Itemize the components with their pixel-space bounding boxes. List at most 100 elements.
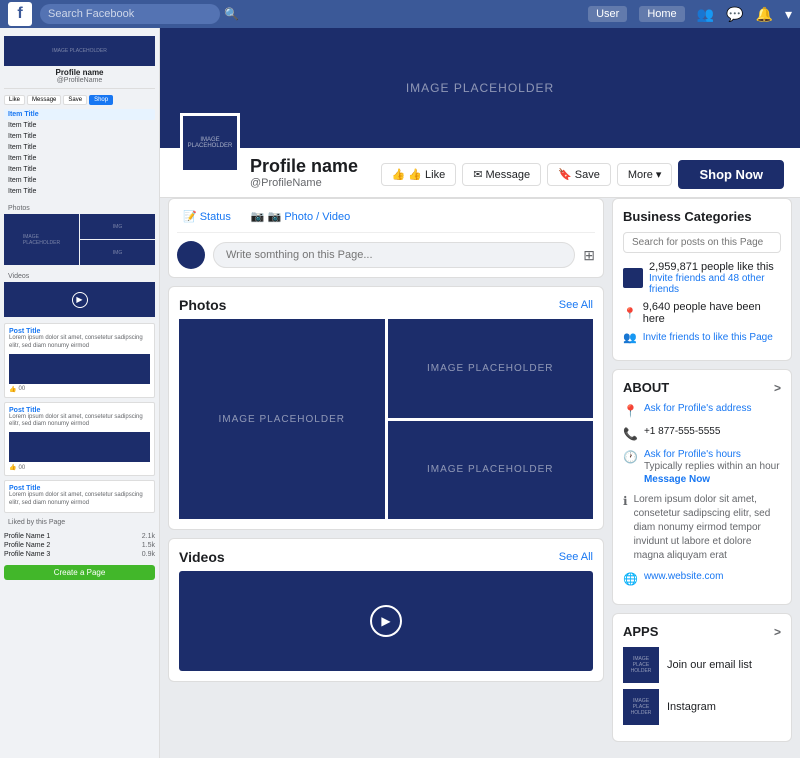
hours-link[interactable]: Ask for Profile's hours: [644, 449, 780, 460]
sidebar-nav-item-4[interactable]: Item Title: [4, 153, 155, 164]
like-button[interactable]: 👍 👍 Like: [381, 163, 457, 186]
sidebar-message-btn[interactable]: Message: [27, 95, 61, 105]
address-link[interactable]: Ask for Profile's address: [644, 403, 752, 414]
user-button[interactable]: User: [588, 6, 627, 22]
video-placeholder: ▶: [179, 571, 593, 671]
videos-see-all[interactable]: See All: [559, 551, 593, 563]
profile-name-2: Profile Name 2: [4, 542, 50, 549]
sidebar-nav-item-7[interactable]: Item Title: [4, 186, 155, 197]
sidebar-play-icon: ▶: [72, 292, 88, 308]
business-search-input[interactable]: [623, 232, 781, 253]
app-name-2[interactable]: Instagram: [667, 701, 716, 713]
sidebar-nav-item-3[interactable]: Item Title: [4, 142, 155, 153]
sidebar-photos-grid: IMAGEPLACEHOLDER IMG IMG: [4, 214, 155, 265]
description-text: Lorem ipsum dolor sit amet, consetetur s…: [634, 493, 781, 563]
app-item-1: IMAGEPLACEHOLDER Join our email list: [623, 647, 781, 683]
more-button[interactable]: More ▾: [617, 163, 673, 186]
sidebar-cover-mini: IMAGE PLACEHOLDER: [4, 36, 155, 66]
sidebar-post-likes-1: 👍 00: [9, 386, 150, 393]
sidebar-nav-item-0[interactable]: Item Title: [4, 109, 155, 120]
home-button[interactable]: Home: [639, 6, 684, 22]
sidebar-post-2: Post Title Lorem ipsum dolor sit amet, c…: [4, 402, 155, 477]
status-icon: 📝: [183, 210, 197, 223]
sidebar-shop-btn[interactable]: Shop: [89, 95, 113, 105]
photo-large-text: IMAGE PLACEHOLDER: [219, 414, 345, 425]
search-icon[interactable]: 🔍: [224, 7, 239, 21]
sidebar-post-text-2: Lorem ipsum dolor sit amet, consetetur s…: [9, 414, 150, 430]
sidebar-post-image-1: [9, 354, 150, 384]
sidebar-photos-label: Photos: [4, 203, 155, 214]
stat-row-2: 📍 9,640 people have been here: [623, 301, 781, 325]
photo-video-tab[interactable]: 📷 📷 Photo / Video: [245, 207, 356, 226]
profile-username: @ProfileName: [250, 177, 358, 189]
videos-section: Videos See All ▶: [168, 538, 604, 682]
post-input[interactable]: [213, 242, 575, 268]
about-hours: 🕐 Ask for Profile's hours Typically repl…: [623, 449, 781, 485]
message-label: Message: [485, 169, 530, 181]
message-button[interactable]: ✉ Message: [462, 163, 541, 186]
profile-name-3: Profile Name 3: [4, 551, 50, 558]
friends-icon[interactable]: 👥: [697, 6, 714, 23]
main-container: IMAGE PLACEHOLDER Profile name @ProfileN…: [0, 28, 800, 758]
mini-profile-list: Profile Name 1 2.1k Profile Name 2 1.5k …: [4, 532, 155, 559]
like-label: 👍 Like: [408, 168, 445, 181]
profile-pic-placeholder: IMAGEPLACEHOLDER: [188, 137, 233, 149]
message-now-link[interactable]: Message Now: [644, 474, 780, 485]
create-page-button[interactable]: Create a Page: [4, 565, 155, 580]
chevron-down-icon[interactable]: ▾: [785, 6, 792, 23]
facebook-logo: f: [8, 2, 32, 26]
more-label: More: [628, 169, 653, 181]
top-nav: f 🔍 User Home 👥 💬 🔔 ▾: [0, 0, 800, 28]
notifications-icon[interactable]: 🔔: [756, 6, 773, 23]
sidebar-nav-item-6[interactable]: Item Title: [4, 175, 155, 186]
sidebar-photo-2: IMG: [80, 240, 155, 265]
invite-friends-link[interactable]: Invite friends to like this Page: [643, 332, 773, 343]
sidebar-nav-item-2[interactable]: Item Title: [4, 131, 155, 142]
app-item-2: IMAGEPLACEHOLDER Instagram: [623, 689, 781, 725]
about-website: 🌐 www.website.com: [623, 571, 781, 586]
app-name-1[interactable]: Join our email list: [667, 659, 752, 671]
sidebar-nav-item-5[interactable]: Item Title: [4, 164, 155, 175]
profile-row-2: Profile Name 2 1.5k: [4, 541, 155, 550]
status-tab[interactable]: 📝 Status: [177, 207, 237, 226]
stat-sub-1[interactable]: Invite friends and 48 other friends: [649, 273, 781, 295]
sidebar-post-image-2: [9, 432, 150, 462]
content-area: 📝 Status 📷 📷 Photo / Video ⊞: [160, 198, 800, 758]
stat-icon-1: [623, 268, 643, 288]
sidebar-like-btn[interactable]: Like: [4, 95, 25, 105]
chevron-icon: ▾: [656, 168, 662, 181]
profile-name-1: Profile Name 1: [4, 533, 50, 540]
center-column: 📝 Status 📷 📷 Photo / Video ⊞: [168, 198, 604, 750]
about-chevron[interactable]: >: [774, 381, 781, 395]
post-input-row: ⊞: [177, 241, 595, 269]
sidebar-post-1: Post Title Lorem ipsum dolor sit amet, c…: [4, 323, 155, 398]
sidebar-nav-item-1[interactable]: Item Title: [4, 120, 155, 131]
cover-photo: IMAGE PLACEHOLDER IMAGEPLACEHOLDER: [160, 28, 800, 148]
search-input[interactable]: [40, 4, 220, 24]
profile-count-1: 2.1k: [142, 533, 155, 540]
sidebar-video-placeholder: ▶: [4, 282, 155, 317]
sidebar-save-btn[interactable]: Save: [63, 95, 87, 105]
thumbs-up-icon: 👍: [9, 386, 16, 393]
save-button[interactable]: 🔖 Save: [547, 163, 611, 186]
website-link[interactable]: www.website.com: [644, 571, 723, 582]
apps-chevron[interactable]: >: [774, 625, 781, 639]
shop-now-button[interactable]: Shop Now: [678, 160, 784, 189]
app-icon-2: IMAGEPLACEHOLDER: [623, 689, 659, 725]
photo-video-label: 📷 Photo / Video: [268, 210, 351, 223]
post-options-icon[interactable]: ⊞: [583, 247, 595, 264]
sidebar-post-title-3: Post Title: [9, 485, 150, 492]
sidebar-photos-section: Photos IMAGEPLACEHOLDER IMG IMG: [4, 203, 155, 265]
sidebar-post-text-3: Lorem ipsum dolor sit amet, consetetur s…: [9, 492, 150, 508]
info-icon: ℹ: [623, 494, 628, 508]
about-label: ABOUT: [623, 380, 669, 395]
about-description: ℹ Lorem ipsum dolor sit amet, consetetur…: [623, 493, 781, 563]
apps-title: APPS >: [623, 624, 781, 639]
sidebar-profile-sub: @ProfileName: [4, 77, 155, 84]
business-categories-title: Business Categories: [623, 209, 781, 224]
post-tabs: 📝 Status 📷 📷 Photo / Video: [177, 207, 595, 233]
photos-see-all[interactable]: See All: [559, 299, 593, 311]
stat-text-1: 2,959,871 people like this Invite friend…: [649, 261, 781, 295]
play-button[interactable]: ▶: [370, 605, 402, 637]
messenger-icon[interactable]: 💬: [726, 6, 743, 23]
